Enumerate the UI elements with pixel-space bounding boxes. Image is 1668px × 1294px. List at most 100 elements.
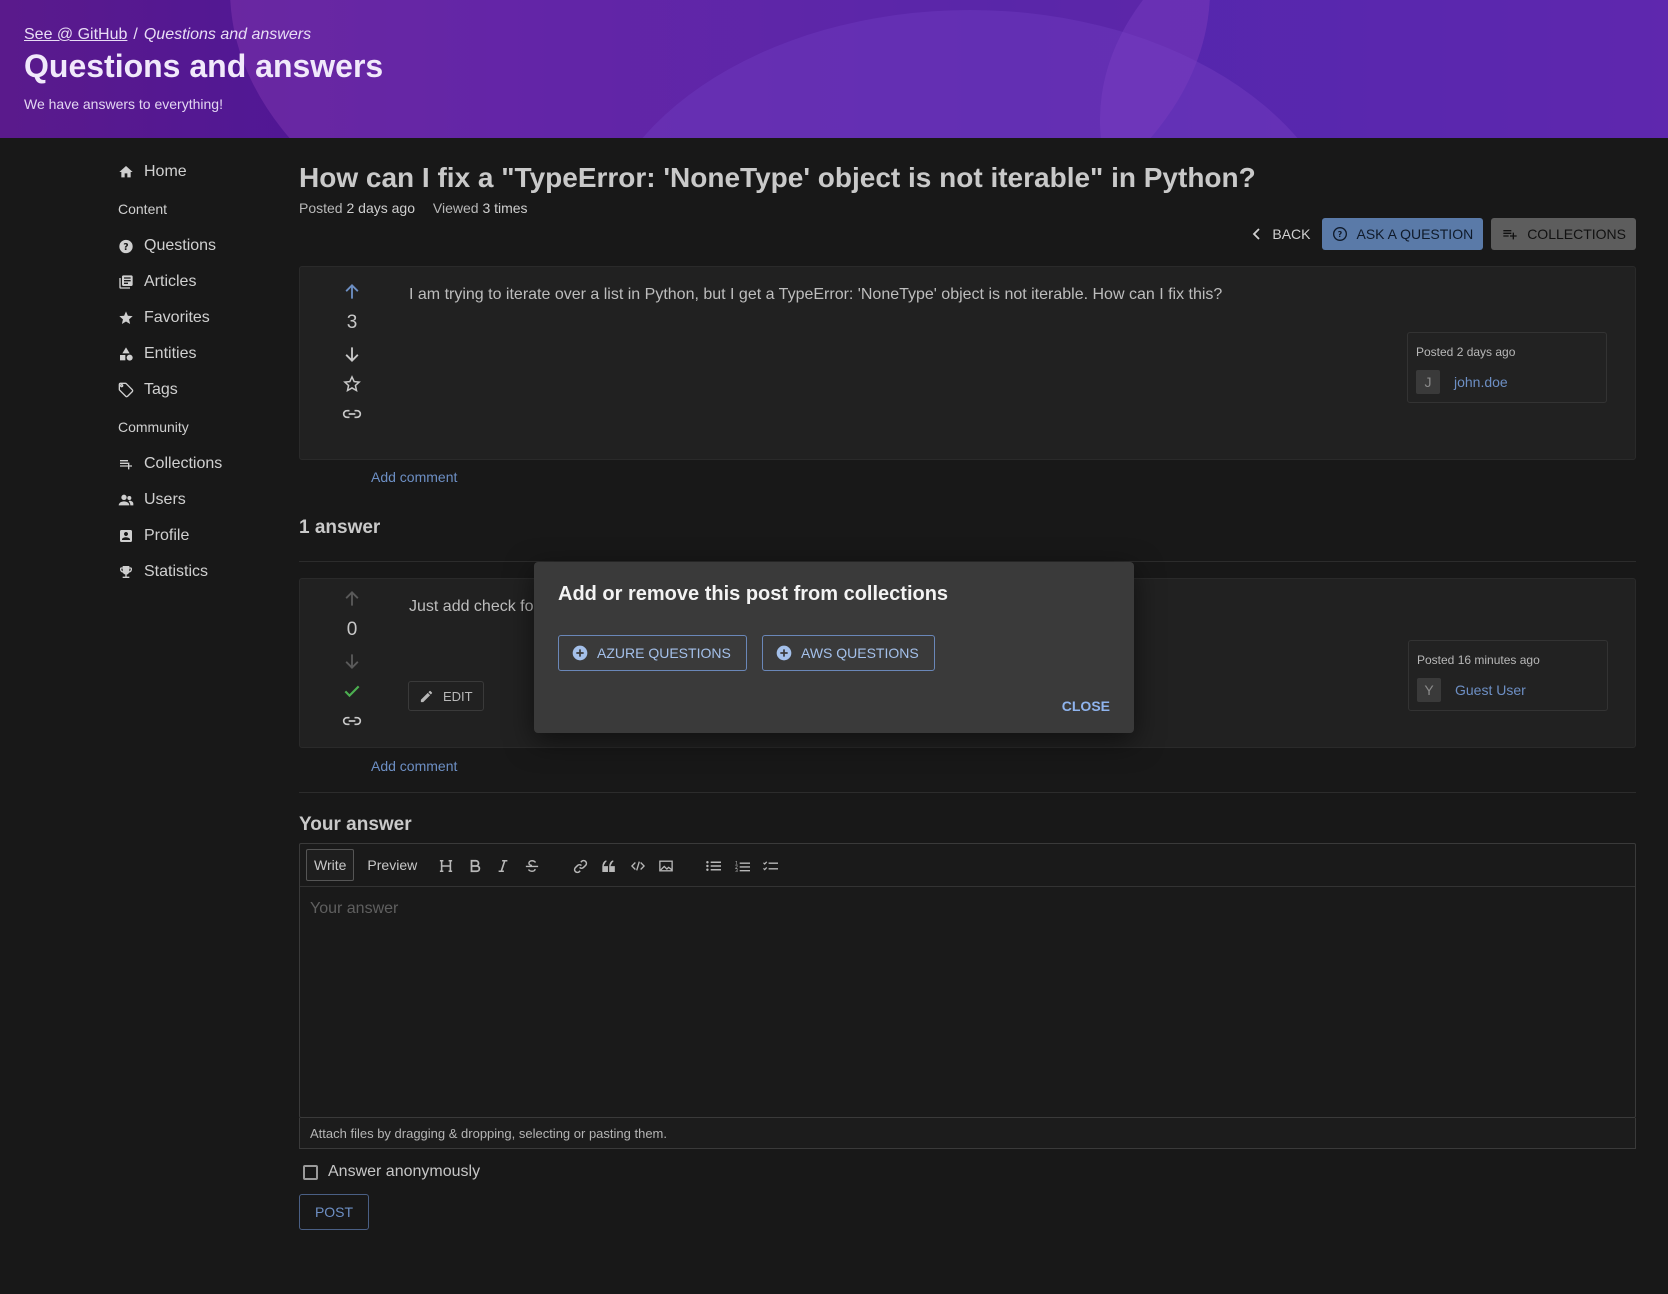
code-tool-icon[interactable]: [628, 856, 648, 876]
collections-modal: Add or remove this post from collections…: [534, 562, 1134, 733]
downvote-button[interactable]: [342, 646, 362, 676]
site-subtitle: We have answers to everything!: [24, 96, 223, 112]
breadcrumb-github-link[interactable]: See @ GitHub: [24, 26, 127, 43]
shapes-icon: [118, 346, 134, 362]
home-icon: [118, 164, 134, 180]
question-body: I am trying to iterate over a list in Py…: [409, 286, 1223, 303]
modal-close-button[interactable]: CLOSE: [1062, 698, 1110, 714]
tag-icon: [118, 382, 134, 398]
posted-value: 2 days ago: [346, 200, 415, 216]
upvote-button[interactable]: [342, 584, 362, 614]
sidebar-item-profile[interactable]: Profile: [118, 518, 288, 554]
account-box-icon: [118, 528, 134, 544]
sidebar-item-statistics[interactable]: Statistics: [118, 554, 288, 590]
bold-tool-icon[interactable]: [465, 856, 485, 876]
checkbox-box[interactable]: [303, 1164, 318, 1180]
sidebar-item-questions[interactable]: ? Questions: [118, 228, 288, 264]
arrow-up-icon: [345, 284, 359, 299]
question-author-card: Posted 2 days ago J john.doe: [1407, 332, 1607, 403]
sidebar-item-tags[interactable]: Tags: [118, 372, 288, 408]
sidebar-item-label: Favorites: [144, 309, 210, 326]
share-link-button[interactable]: [341, 706, 363, 736]
image-tool-icon[interactable]: [656, 856, 676, 876]
heading-tool-icon[interactable]: [436, 856, 456, 876]
check-icon: [344, 685, 360, 698]
sidebar-item-home[interactable]: Home: [118, 154, 288, 190]
add-comment-link[interactable]: Add comment: [371, 469, 457, 485]
plus-circle-icon: [572, 645, 588, 661]
breadcrumb-separator: /: [133, 26, 138, 43]
divider: [299, 792, 1636, 793]
posted-label: Posted: [299, 200, 343, 216]
header-decoration: [1100, 0, 1668, 138]
sidebar-item-favorites[interactable]: Favorites: [118, 300, 288, 336]
author-name-link[interactable]: john.doe: [1454, 374, 1508, 390]
collections-button[interactable]: COLLECTIONS: [1491, 218, 1636, 250]
collection-label: AWS QUESTIONS: [801, 645, 919, 661]
question-actions: BACK ? ASK A QUESTION COLLECTIONS: [1248, 218, 1636, 250]
users-icon: [118, 492, 134, 508]
italic-tool-icon[interactable]: [493, 856, 513, 876]
post-answer-button[interactable]: POST: [299, 1194, 369, 1230]
answer-editor: Write Preview 123 Your answer: [299, 843, 1636, 1118]
collections-button-label: COLLECTIONS: [1527, 226, 1626, 242]
answer-body: Just add check fo: [409, 598, 534, 615]
quote-tool-icon[interactable]: [599, 856, 619, 876]
question-card: 3 I am trying to iterate over a list in …: [299, 266, 1636, 460]
question-meta: Posted 2 days ago Viewed 3 times: [299, 200, 528, 216]
sidebar-item-collections[interactable]: Collections: [118, 446, 288, 482]
library-books-icon: [118, 274, 134, 290]
numbered-list-tool-icon[interactable]: 123: [732, 856, 752, 876]
answer-anonymously-checkbox[interactable]: Answer anonymously: [303, 1163, 480, 1181]
arrow-up-icon: [345, 591, 359, 606]
page-header: See @ GitHub / Questions and answers Quest…: [0, 0, 1668, 138]
strikethrough-tool-icon[interactable]: [522, 856, 542, 876]
collection-aws-questions-button[interactable]: AWS QUESTIONS: [762, 635, 935, 671]
tab-preview[interactable]: Preview: [360, 849, 424, 881]
ask-question-button[interactable]: ? ASK A QUESTION: [1322, 218, 1484, 250]
your-answer-title: Your answer: [299, 814, 412, 835]
edit-answer-button[interactable]: EDIT: [408, 681, 484, 711]
sidebar-item-articles[interactable]: Articles: [118, 264, 288, 300]
share-link-button[interactable]: [341, 399, 363, 429]
chevron-left-icon: [1253, 228, 1260, 240]
ask-question-button-label: ASK A QUESTION: [1356, 226, 1474, 242]
answer-textarea[interactable]: Your answer: [310, 900, 398, 918]
tab-write[interactable]: Write: [306, 849, 355, 881]
link-tool-icon[interactable]: [570, 856, 590, 876]
answer-vote-column: 0: [334, 584, 370, 736]
attach-files-hint[interactable]: Attach files by dragging & dropping, sel…: [299, 1118, 1636, 1149]
trophy-icon: [118, 564, 134, 580]
edit-button-label: EDIT: [443, 688, 473, 704]
viewed-label: Viewed: [432, 200, 479, 216]
svg-text:3: 3: [735, 868, 738, 873]
playlist-add-icon: [1503, 230, 1517, 240]
favorite-button[interactable]: [342, 369, 362, 399]
svg-text:?: ?: [1338, 230, 1343, 239]
vote-count: 3: [346, 312, 358, 333]
collection-azure-questions-button[interactable]: AZURE QUESTIONS: [558, 635, 747, 671]
sidebar-item-entities[interactable]: Entities: [118, 336, 288, 372]
back-button[interactable]: BACK: [1248, 218, 1314, 250]
author-name-link[interactable]: Guest User: [1455, 682, 1526, 698]
accept-answer-button[interactable]: [342, 676, 362, 706]
sidebar-item-label: Users: [144, 491, 186, 508]
editor-toolbar: Write Preview 123: [300, 844, 1635, 887]
sidebar-item-label: Tags: [144, 381, 178, 398]
svg-text:?: ?: [123, 241, 128, 252]
bullet-list-tool-icon[interactable]: [703, 856, 723, 876]
sidebar-heading-content: Content: [118, 201, 168, 217]
question-circle-icon: ?: [118, 238, 134, 254]
answer-author-card: Posted 16 minutes ago Y Guest User: [1408, 640, 1608, 711]
question-vote-column: 3: [334, 277, 370, 429]
upvote-button[interactable]: [342, 277, 362, 307]
star-outline-icon: [343, 375, 361, 392]
add-comment-link[interactable]: Add comment: [371, 758, 457, 774]
link-icon: [342, 409, 362, 419]
sidebar-heading-community: Community: [118, 419, 189, 435]
avatar: J: [1416, 370, 1440, 394]
sidebar-item-users[interactable]: Users: [118, 482, 288, 518]
task-list-tool-icon[interactable]: [760, 856, 780, 876]
downvote-button[interactable]: [342, 339, 362, 369]
pencil-icon: [420, 690, 433, 702]
